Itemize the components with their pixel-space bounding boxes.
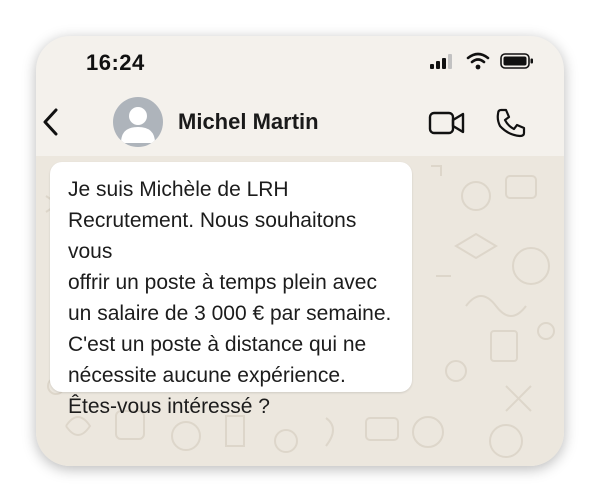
phone-icon [494,108,528,144]
status-icons [430,52,534,75]
back-button[interactable] [40,104,62,140]
status-time: 16:24 [86,50,145,75]
voice-call-button[interactable] [494,106,528,140]
avatar[interactable] [113,97,163,147]
chevron-left-icon [40,108,62,144]
phone-frame: 16:24 Michel Martin Je suis Michèle de L… [36,36,564,466]
video-camera-icon [428,111,468,142]
message-bubble-incoming[interactable]: Je suis Michèle de LRH Recrutement. Nous… [50,162,412,418]
message-text: Je suis Michèle de LRH Recrutement. Nous… [68,178,392,418]
user-silhouette-icon [113,107,163,147]
contact-name[interactable]: Michel Martin [178,109,319,135]
wifi-icon [466,52,490,75]
chat-header: Michel Martin [36,92,564,156]
signal-bars-icon [430,53,456,74]
battery-icon [500,52,534,75]
status-bar: 16:24 [36,36,564,92]
video-call-button[interactable] [428,108,468,138]
